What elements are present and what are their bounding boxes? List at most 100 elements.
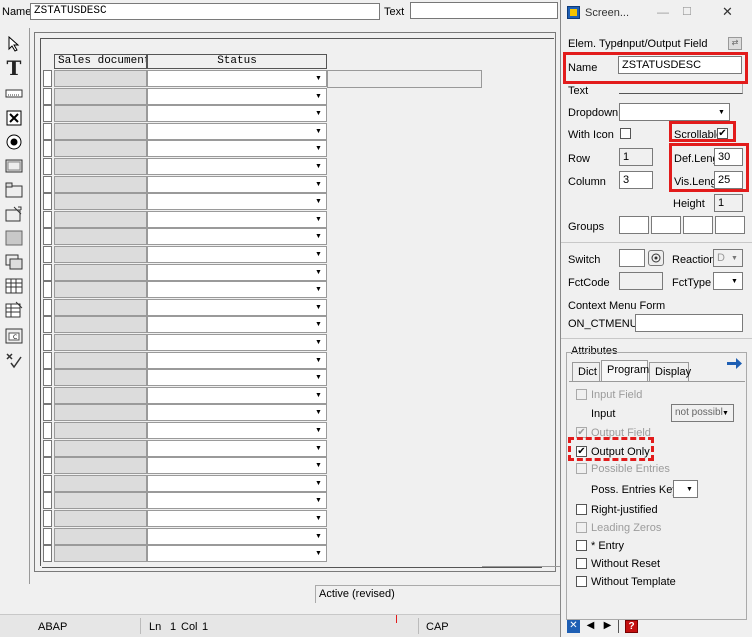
row-selector[interactable] bbox=[43, 457, 52, 474]
text-field-icon[interactable]: T bbox=[4, 56, 24, 80]
tabstrip-icon[interactable] bbox=[4, 180, 24, 200]
poss-entries-key-select[interactable]: ▼ bbox=[673, 480, 698, 498]
close-icon[interactable]: ✕ bbox=[722, 4, 733, 20]
row-selector[interactable] bbox=[43, 193, 52, 210]
row-selector[interactable] bbox=[43, 299, 52, 316]
with-icon-checkbox[interactable] bbox=[620, 128, 631, 139]
chevron-down-icon[interactable]: ▼ bbox=[728, 275, 741, 288]
status-cell[interactable]: ▼ bbox=[147, 211, 327, 228]
chevron-down-icon[interactable]: ▼ bbox=[312, 125, 325, 138]
status-cell[interactable]: ▼ bbox=[147, 440, 327, 457]
tabstrip-wizard-icon[interactable] bbox=[4, 204, 24, 224]
row-selector[interactable] bbox=[43, 140, 52, 157]
context-menu-input[interactable] bbox=[635, 314, 743, 332]
screen-canvas[interactable]: Sales document Status ▼ ▼ ▼ ▼ ▼ ▼ ▼ ▼ ▼ ▼ ▼ ▼ ▼ ▼ ▼ ▼ ▼ ▼… bbox=[29, 28, 562, 584]
row-selector[interactable] bbox=[43, 545, 52, 562]
tab-program[interactable]: Program bbox=[601, 360, 649, 382]
sales-document-cell[interactable] bbox=[54, 228, 147, 245]
name-input[interactable]: ZSTATUSDESC bbox=[30, 3, 380, 20]
row-selector[interactable] bbox=[43, 387, 52, 404]
help-icon[interactable]: ? bbox=[625, 620, 638, 633]
without-template-checkbox[interactable] bbox=[576, 576, 587, 587]
chevron-down-icon[interactable]: ▼ bbox=[683, 483, 696, 496]
reaction-select[interactable]: D ▼ bbox=[713, 249, 743, 267]
chevron-down-icon[interactable]: ▼ bbox=[312, 142, 325, 155]
status-cell[interactable]: ▼ bbox=[147, 105, 327, 122]
status-cell[interactable]: ▼ bbox=[147, 193, 327, 210]
status-cell[interactable]: ▼ bbox=[147, 457, 327, 474]
sales-document-cell[interactable] bbox=[54, 352, 147, 369]
column-header-sales-document[interactable]: Sales document bbox=[54, 54, 147, 69]
row-selector[interactable] bbox=[43, 440, 52, 457]
next-icon[interactable]: ▶ bbox=[601, 620, 614, 633]
possible-entries-checkbox[interactable] bbox=[576, 463, 587, 474]
custom-control-icon[interactable]: C bbox=[4, 326, 24, 346]
input-field-icon[interactable] bbox=[4, 84, 24, 104]
status-cell[interactable]: ▼ bbox=[147, 475, 327, 492]
chevron-down-icon[interactable]: ▼ bbox=[312, 442, 325, 455]
status-cell[interactable]: ▼ bbox=[147, 228, 327, 245]
input-field-checkbox[interactable] bbox=[576, 389, 587, 400]
chevron-down-icon[interactable]: ▼ bbox=[312, 160, 325, 173]
chevron-down-icon[interactable]: ▼ bbox=[312, 494, 325, 507]
sales-document-cell[interactable] bbox=[54, 105, 147, 122]
without-reset-checkbox[interactable] bbox=[576, 558, 587, 569]
chevron-down-icon[interactable]: ▼ bbox=[728, 252, 741, 265]
radio-button-icon[interactable] bbox=[4, 132, 24, 152]
row-selector[interactable] bbox=[43, 88, 52, 105]
tab-display[interactable]: Display bbox=[649, 362, 691, 382]
status-cell[interactable]: ▼ bbox=[147, 281, 327, 298]
status-cell[interactable]: ▼ bbox=[147, 264, 327, 281]
table-wizard-icon[interactable] bbox=[4, 300, 24, 320]
box-icon[interactable] bbox=[4, 228, 24, 248]
sales-document-cell[interactable] bbox=[54, 140, 147, 157]
chevron-down-icon[interactable]: ▼ bbox=[312, 406, 325, 419]
row-selector[interactable] bbox=[43, 404, 52, 421]
fctcode-input[interactable] bbox=[619, 272, 663, 290]
chevron-down-icon[interactable]: ▼ bbox=[312, 371, 325, 384]
sales-document-cell[interactable] bbox=[54, 88, 147, 105]
chevron-down-icon[interactable]: ▼ bbox=[312, 530, 325, 543]
minimize-icon[interactable]: — bbox=[657, 5, 669, 19]
group-input-1[interactable] bbox=[619, 216, 649, 234]
row-selector[interactable] bbox=[43, 228, 52, 245]
sales-document-cell[interactable] bbox=[54, 334, 147, 351]
status-cell[interactable]: ▼ bbox=[147, 510, 327, 527]
sales-document-cell[interactable] bbox=[54, 299, 147, 316]
sales-document-cell[interactable] bbox=[54, 70, 147, 87]
chevron-down-icon[interactable]: ▼ bbox=[715, 106, 728, 119]
chevron-down-icon[interactable]: ▼ bbox=[312, 512, 325, 525]
fcttype-select[interactable]: ▼ bbox=[713, 272, 743, 290]
sales-document-cell[interactable] bbox=[54, 158, 147, 175]
sales-document-cell[interactable] bbox=[54, 404, 147, 421]
row-selector[interactable] bbox=[43, 281, 52, 298]
chevron-down-icon[interactable]: ▼ bbox=[312, 459, 325, 472]
status-cell[interactable]: ▼ bbox=[147, 352, 327, 369]
row-selector[interactable] bbox=[43, 475, 52, 492]
sales-document-cell[interactable] bbox=[54, 246, 147, 263]
sales-document-cell[interactable] bbox=[54, 440, 147, 457]
arrow-right-icon[interactable] bbox=[725, 356, 743, 371]
chevron-down-icon[interactable]: ▼ bbox=[312, 424, 325, 437]
row-selector[interactable] bbox=[43, 211, 52, 228]
sales-document-cell[interactable] bbox=[54, 176, 147, 193]
status-cell[interactable]: ▼ bbox=[147, 545, 327, 562]
status-cell[interactable]: ▼ bbox=[147, 369, 327, 386]
status-cell[interactable]: ▼ bbox=[147, 299, 327, 316]
status-cell[interactable]: ▼ bbox=[147, 246, 327, 263]
row-selector[interactable] bbox=[43, 510, 52, 527]
sales-document-cell[interactable] bbox=[54, 281, 147, 298]
chevron-down-icon[interactable]: ▼ bbox=[312, 318, 325, 331]
row-selector[interactable] bbox=[43, 246, 52, 263]
status-cell[interactable]: ▼ bbox=[147, 422, 327, 439]
close-panel-icon[interactable]: ✕ bbox=[567, 620, 580, 633]
sales-document-cell[interactable] bbox=[54, 123, 147, 140]
chevron-down-icon[interactable]: ▼ bbox=[312, 354, 325, 367]
group-input-2[interactable] bbox=[651, 216, 681, 234]
sales-document-cell[interactable] bbox=[54, 369, 147, 386]
maximize-icon[interactable]: ☐ bbox=[682, 5, 692, 18]
dropdown-select[interactable]: ▼ bbox=[619, 103, 730, 121]
column-header-status[interactable]: Status bbox=[147, 54, 327, 69]
chevron-down-icon[interactable]: ▼ bbox=[312, 248, 325, 261]
status-cell[interactable]: ▼ bbox=[147, 404, 327, 421]
